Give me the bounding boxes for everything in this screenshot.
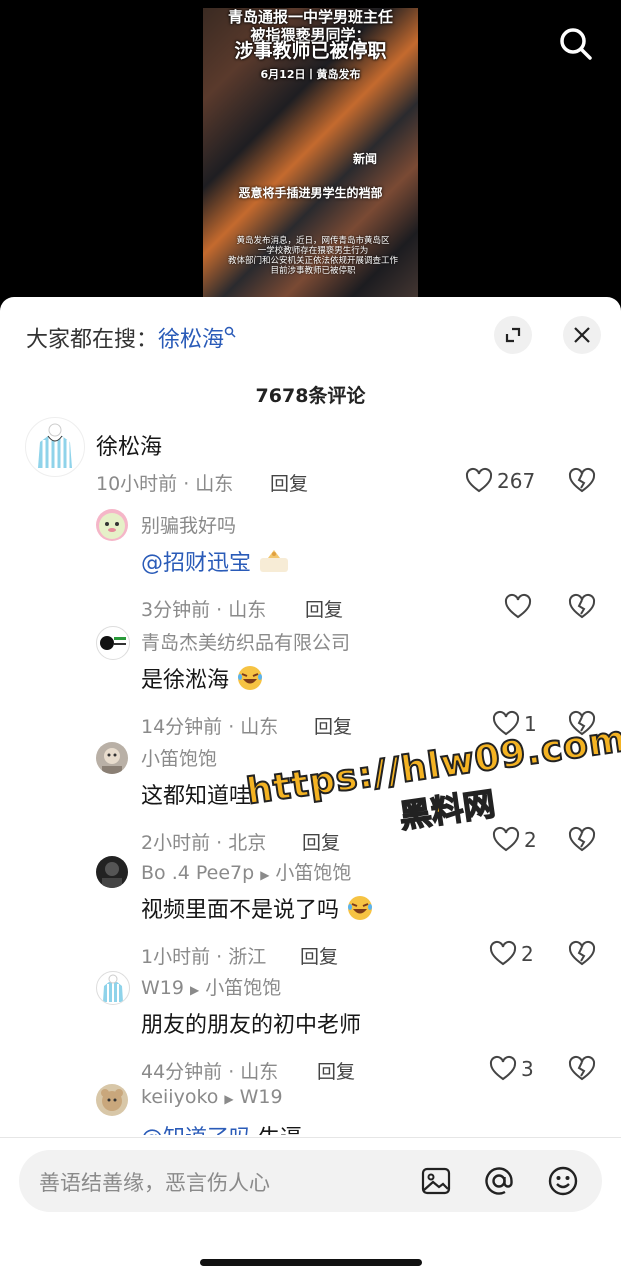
avatar[interactable] xyxy=(96,971,130,1005)
comment-input[interactable]: 善语结善缘，恶言伤人心 xyxy=(19,1150,602,1212)
reply-item: W19 ▶ 小笛饱饱 朋友的朋友的初中老师 44分钟前 · 山东 回复 3 xyxy=(0,971,621,1084)
reply-item: keiiyoko▶W19 @知道了吗 牛逼 xyxy=(0,1084,621,1135)
like-count: 267 xyxy=(497,469,536,493)
search-icon[interactable] xyxy=(556,24,596,64)
dislike-button[interactable] xyxy=(568,467,596,495)
comment-text: 徐松海 xyxy=(96,435,163,460)
like-button[interactable]: 2 xyxy=(489,940,539,968)
reply-button[interactable]: 回复 xyxy=(314,712,352,739)
video-brand: 新闻 xyxy=(353,152,378,166)
comment-item: 徐松海 10小时前 · 山东 回复 267 xyxy=(0,417,621,517)
like-button[interactable]: 3 xyxy=(489,1055,539,1083)
heart-icon xyxy=(465,467,493,493)
divider xyxy=(0,1137,621,1138)
avatar[interactable] xyxy=(96,509,128,541)
reply-item: 别骗我好吗 @招财迅宝 3分钟前 · 山东 回复 xyxy=(0,509,621,622)
reply-item: 青岛杰美纺织品有限公司 是徐淞海 14分钟前 · 山东 回复 1 xyxy=(0,626,621,739)
emoji-icon[interactable] xyxy=(547,1165,579,1197)
avatar[interactable] xyxy=(96,856,128,888)
comment-time-location: 3分钟前 · 山东 xyxy=(141,599,267,621)
broken-heart-icon xyxy=(568,593,596,619)
comment-text: @招财迅宝 xyxy=(141,545,290,580)
mention-link[interactable]: @招财迅宝 xyxy=(141,551,251,576)
at-icon[interactable] xyxy=(483,1165,515,1197)
laughing-emoji-icon xyxy=(346,894,374,928)
video-headline: 青岛通报一中学男班主任 被指猥亵男同学： xyxy=(227,8,393,44)
comment-author[interactable]: keiiyoko ▶ W19 xyxy=(141,1086,283,1108)
comment-text: 这都知道哇 xyxy=(141,784,252,809)
sheet-header: 大家都在搜：徐松海 xyxy=(0,297,621,377)
comment-time-location: 44分钟前 · 山东 xyxy=(141,1061,279,1083)
video-player[interactable]: 青岛通报一中学男班主任 被指猥亵男同学： 涉事教师已被停职 6月12日丨黄岛发布… xyxy=(0,0,621,310)
comment-sheet: 大家都在搜：徐松海 7678条评论 徐松海 10小时前 · 山东 回复 267 xyxy=(0,297,621,1280)
comment-text: @知道了吗 牛逼 xyxy=(141,1120,302,1135)
hot-search-label: 大家都在搜： xyxy=(26,327,159,353)
close-button[interactable] xyxy=(563,316,601,354)
heart-icon xyxy=(489,940,517,966)
reply-button[interactable]: 回复 xyxy=(300,942,338,969)
like-button[interactable]: 267 xyxy=(465,467,545,495)
like-count: 2 xyxy=(521,942,534,966)
comment-time-location: 2小时前 · 北京 xyxy=(141,832,267,854)
dislike-button[interactable] xyxy=(568,940,596,968)
comment-author[interactable]: 小笛饱饱 xyxy=(141,744,217,771)
mention-link[interactable]: @知道了吗 xyxy=(141,1126,251,1135)
comment-count: 7678条评论 xyxy=(255,385,366,407)
comment-author[interactable]: W19 ▶ 小笛饱饱 xyxy=(141,973,281,1000)
video-body-text: 黄岛发布消息，近日，网传青岛市黄岛区 一学校教师存在猥亵男生行为 教体部门和公安… xyxy=(227,236,398,276)
reply-to-user[interactable]: 小笛饱饱 xyxy=(205,977,281,999)
comment-author[interactable]: 青岛杰美纺织品有限公司 xyxy=(141,628,350,655)
dislike-button[interactable] xyxy=(568,593,596,621)
reply-arrow-icon: ▶ xyxy=(224,1092,234,1106)
avatar[interactable] xyxy=(25,417,85,477)
video-headline-big: 涉事教师已被停职 xyxy=(234,40,387,62)
comment-time-location: 10小时前 · 山东 xyxy=(96,473,234,495)
comment-time-location: 14分钟前 · 山东 xyxy=(141,716,279,738)
reply-button[interactable]: 回复 xyxy=(305,595,343,622)
video-caption: 恶意将手插进男学生的裆部 xyxy=(238,186,383,200)
heart-icon xyxy=(489,1055,517,1081)
reply-to-user[interactable]: W19 xyxy=(240,1086,283,1108)
avatar[interactable] xyxy=(96,742,128,774)
hot-search-keyword[interactable]: 徐松海 xyxy=(158,327,224,352)
reply-arrow-icon: ▶ xyxy=(189,983,200,997)
comment-text: 朋友的朋友的初中老师 xyxy=(141,1013,362,1038)
broken-heart-icon xyxy=(568,1055,596,1081)
broken-heart-icon xyxy=(568,940,596,966)
video-date-source: 6月12日丨黄岛发布 xyxy=(260,68,361,81)
hot-search[interactable]: 大家都在搜：徐松海 xyxy=(26,319,236,353)
close-icon xyxy=(574,327,590,343)
comment-author[interactable]: 别骗我好吗 xyxy=(141,511,236,538)
expand-icon xyxy=(505,327,521,343)
like-button[interactable] xyxy=(504,593,534,621)
expand-button[interactable] xyxy=(494,316,532,354)
comment-input-placeholder: 善语结善缘，恶言伤人心 xyxy=(39,1171,270,1195)
avatar[interactable] xyxy=(96,626,130,660)
image-icon[interactable] xyxy=(420,1165,452,1197)
avatar[interactable] xyxy=(96,1084,128,1116)
dislike-button[interactable] xyxy=(568,1055,596,1083)
like-count: 3 xyxy=(521,1057,534,1081)
comment-text: 是徐淞海 xyxy=(141,662,264,698)
reply-button[interactable]: 回复 xyxy=(270,469,308,496)
video-thumbnail[interactable]: 青岛通报一中学男班主任 被指猥亵男同学： 涉事教师已被停职 6月12日丨黄岛发布… xyxy=(203,8,418,308)
home-indicator xyxy=(200,1259,422,1266)
search-icon xyxy=(224,319,236,338)
comment-time-location: 1小时前 · 浙江 xyxy=(141,946,267,968)
comment-text: 视频里面不是说了吗 xyxy=(141,892,374,928)
heart-icon xyxy=(504,593,532,619)
reply-button[interactable]: 回复 xyxy=(317,1057,355,1084)
gift-emoji-icon xyxy=(258,548,290,580)
broken-heart-icon xyxy=(568,467,596,493)
laughing-emoji-icon xyxy=(236,664,264,698)
